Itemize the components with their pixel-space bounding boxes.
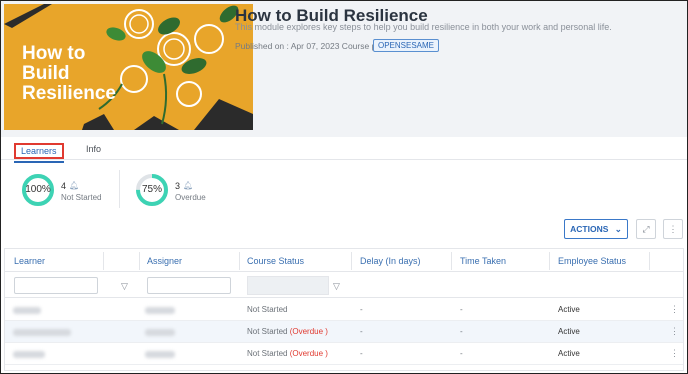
column-divider (139, 252, 140, 270)
course-thumbnail: How to Build Resilience (4, 4, 253, 130)
course-status-filter[interactable] (247, 276, 329, 295)
table-row[interactable]: Not Started (Overdue ) - - Active ⋮ (5, 321, 683, 343)
assigner-name-redacted (145, 307, 175, 314)
thumbnail-title: How to Build Resilience (22, 43, 116, 104)
assigner-name-redacted (145, 351, 175, 358)
status-text: Not Started (247, 327, 288, 336)
status-text: Not Started (247, 349, 288, 358)
actions-label: ACTIONS (570, 224, 609, 234)
vertical-dots-icon: ⋮ (668, 224, 678, 234)
column-divider (351, 252, 352, 270)
label-not-started: Not Started (61, 193, 102, 202)
time-taken-cell: - (460, 305, 463, 314)
label-overdue: Overdue (175, 193, 206, 202)
provider-badge: OPENSESAME (373, 39, 440, 52)
table-row[interactable]: Not Started - - Active ⋮ (5, 299, 683, 321)
percent-not-started: 100% (25, 184, 51, 195)
count-overdue: 3 (175, 181, 181, 191)
chevron-down-icon: ⌄ (614, 224, 622, 234)
column-header-course-status[interactable]: Course Status (247, 256, 304, 266)
stats-divider (119, 170, 120, 208)
row-menu-icon[interactable]: ⋮ (670, 326, 679, 337)
filter-icon[interactable]: ▽ (333, 281, 340, 292)
delay-cell: - (360, 327, 363, 336)
course-status-cell: Not Started (247, 305, 287, 314)
row-menu-icon[interactable]: ⋮ (670, 348, 679, 359)
learners-table: Learner Assigner Course Status Delay (In… (4, 248, 684, 371)
overdue-flag: (Overdue ) (289, 349, 328, 358)
course-status-cell: Not Started (Overdue ) (247, 349, 328, 358)
column-header-learner[interactable]: Learner (14, 256, 45, 266)
employee-status-cell: Active (558, 349, 580, 358)
tab-bar: Learners Info (1, 139, 687, 163)
overdue-flag: (Overdue ) (289, 327, 328, 336)
header-divider (5, 271, 683, 272)
time-taken-cell: - (460, 349, 463, 358)
column-divider (649, 252, 650, 270)
learner-name-redacted (13, 307, 41, 314)
tab-info[interactable]: Info (86, 144, 101, 154)
column-divider (451, 252, 452, 270)
delay-cell: - (360, 349, 363, 358)
column-header-assigner[interactable]: Assigner (147, 256, 182, 266)
assigner-name-redacted (145, 329, 175, 336)
bell-icon[interactable]: 🔔︎ (69, 181, 79, 190)
learner-filter-input[interactable] (14, 277, 98, 294)
more-options-button[interactable]: ⋮ (663, 219, 683, 239)
filter-icon[interactable]: ▽ (121, 281, 128, 292)
bell-icon[interactable]: 🔔︎ (183, 181, 193, 190)
learner-name-redacted (13, 351, 45, 358)
row-menu-icon[interactable]: ⋮ (670, 304, 679, 315)
tab-learners[interactable]: Learners (14, 143, 64, 163)
status-text: Not Started (247, 305, 288, 314)
column-divider (103, 252, 104, 270)
expand-icon: ⤢ (642, 224, 650, 234)
filter-row-divider (5, 297, 683, 298)
assigner-filter-input[interactable] (147, 277, 231, 294)
learner-name-redacted (13, 329, 71, 336)
course-header: How to Build Resilience How to Build Res… (1, 1, 687, 137)
column-header-delay[interactable]: Delay (In days) (360, 256, 421, 266)
percent-overdue: 75% (141, 184, 162, 195)
employee-status-cell: Active (558, 305, 580, 314)
time-taken-cell: - (460, 327, 463, 336)
actions-button[interactable]: ACTIONS ⌄ (564, 219, 628, 239)
column-divider (239, 252, 240, 270)
table-row[interactable]: Not Started (Overdue ) - - Active ⋮ (5, 343, 683, 365)
course-description: This module explores key steps to help y… (235, 22, 612, 32)
employee-status-cell: Active (558, 327, 580, 336)
column-header-employee-status[interactable]: Employee Status (558, 256, 626, 266)
course-status-cell: Not Started (Overdue ) (247, 327, 328, 336)
column-divider (549, 252, 550, 270)
expand-button[interactable]: ⤢ (636, 219, 656, 239)
column-header-time-taken[interactable]: Time Taken (460, 256, 506, 266)
delay-cell: - (360, 305, 363, 314)
count-not-started: 4 (61, 181, 67, 191)
